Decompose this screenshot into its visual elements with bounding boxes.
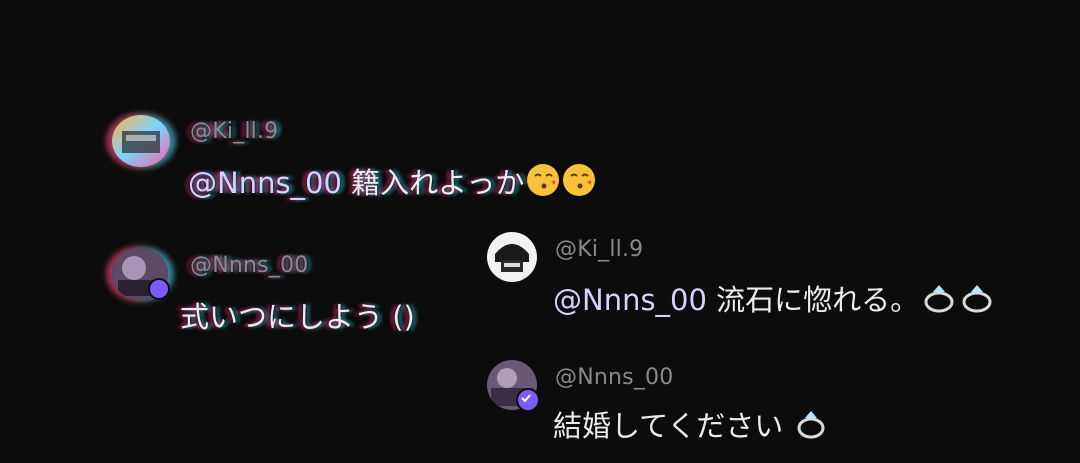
ring-icon [794,406,828,447]
comment-thread: @Ki_ll.9 @Nnns_00 籍入れよっか @Nnns_00 式いつにしよ… [0,0,1080,463]
ring-icon [959,280,995,321]
kissing-face-icon [526,163,560,204]
avatar[interactable] [487,232,537,282]
mention-link[interactable]: @Nnns_00 [188,166,342,200]
comment-username[interactable]: @Nnns_00 [190,253,308,278]
avatar-image [112,115,170,167]
ring-icon [921,280,957,321]
verified-badge-icon [516,388,540,412]
comment-message: @Nnns_00 籍入れよっか [188,160,596,204]
comment-message: @Nnns_00 流石に惚れる。 [553,277,995,321]
comment-username[interactable]: @Nnns_00 [555,365,673,390]
comment-text: 流石に惚れる。 [706,283,920,317]
kissing-face-icon [562,163,596,204]
comment-username[interactable]: @Ki_ll.9 [555,237,643,262]
comment-message: 式いつにしよう () [180,300,415,334]
comment-text: 籍入れよっか [341,166,525,200]
avatar[interactable] [112,115,170,167]
comment-username[interactable]: @Ki_ll.9 [190,119,278,144]
comment-text: 結婚してください [553,409,784,443]
avatar-image [487,232,537,282]
verified-badge-icon [148,278,170,300]
mention-link[interactable]: @Nnns_00 [553,283,707,317]
comment-message: 結婚してください [553,403,828,447]
